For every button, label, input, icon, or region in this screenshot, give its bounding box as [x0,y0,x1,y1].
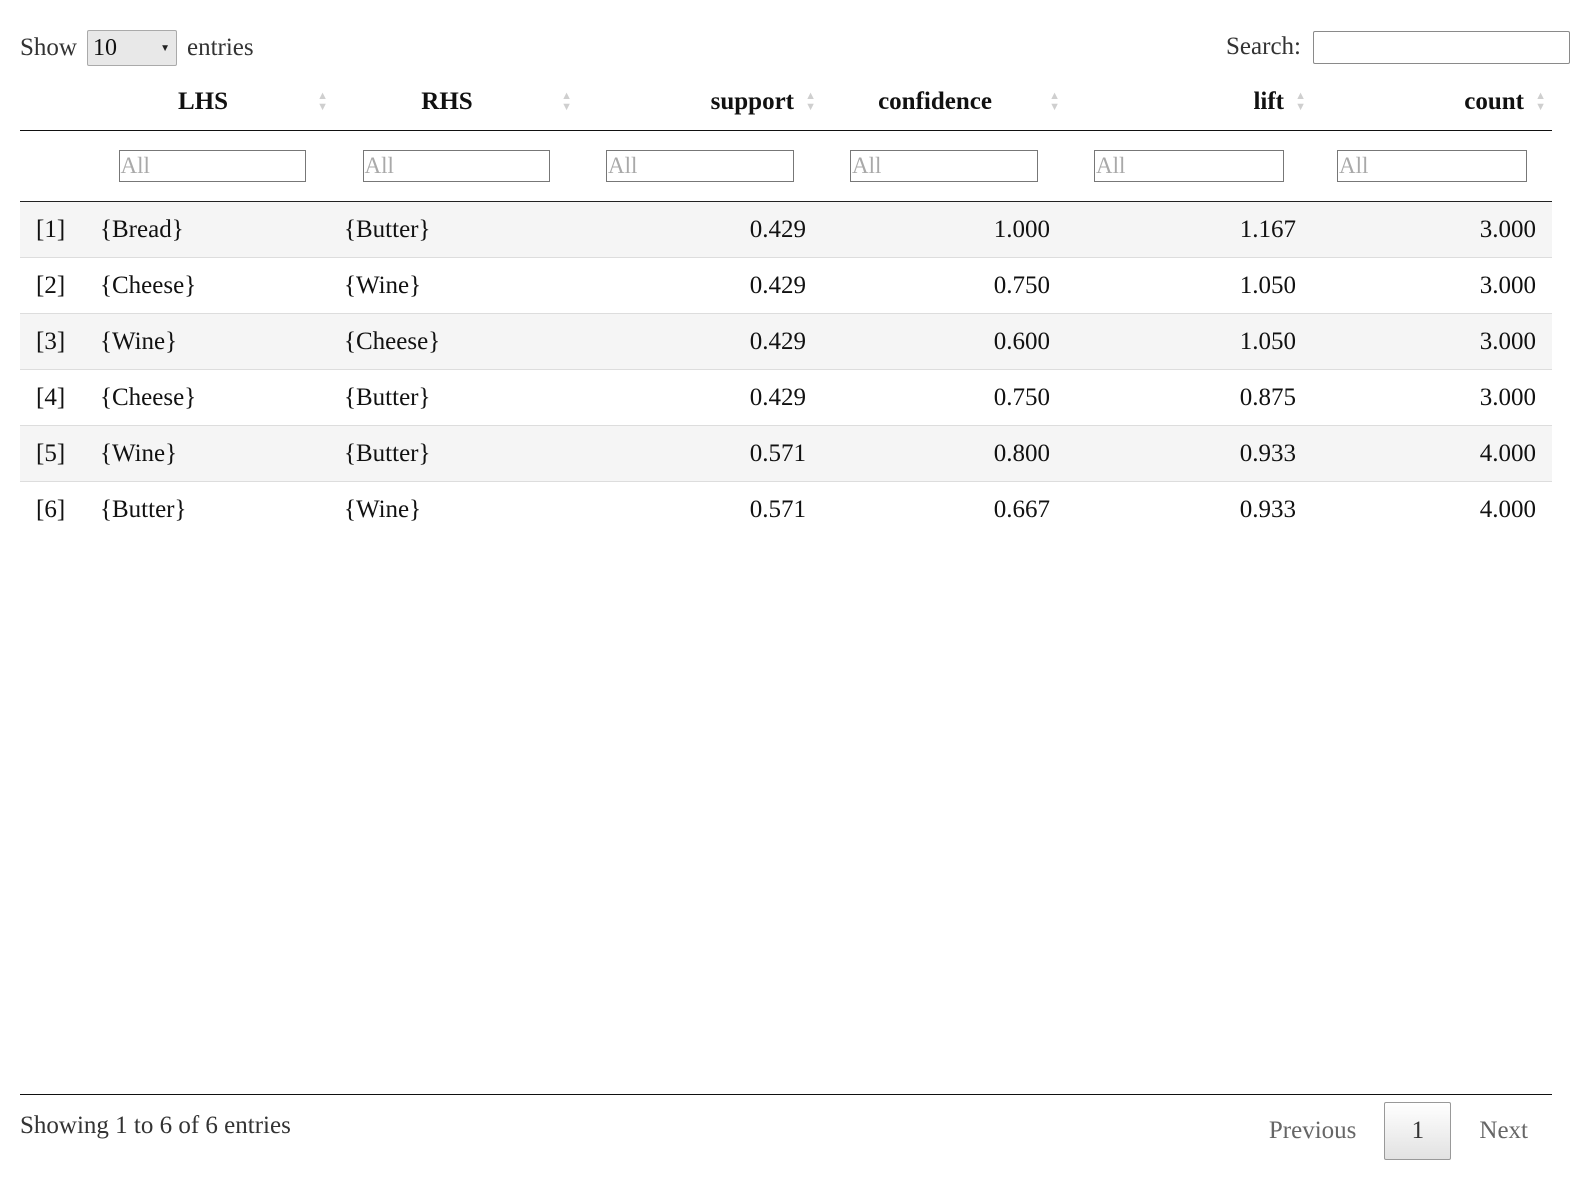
caret-down-icon: ▼ [160,42,170,54]
column-header-lhs[interactable]: LHS ▲ ▼ [90,74,334,131]
lift-cell: 1.050 [1066,313,1312,370]
rhs-cell: {Wine} [334,481,578,537]
lift-cell: 0.933 [1066,425,1312,482]
support-cell: 0.429 [578,313,822,370]
confidence-cell: 0.750 [822,257,1066,314]
column-header-label: count [1464,88,1524,115]
length-prefix-label: Show [20,34,77,61]
column-header-label: confidence [878,88,992,115]
column-header-index [20,74,90,131]
filter-cell-count: All [1312,130,1552,202]
column-header-label: LHS [177,88,229,115]
header-row: LHS ▲ ▼ RHS ▲ ▼ support ▲ ▼ confidence ▲ ▼ l… [20,74,1552,131]
row-index-cell: [1] [20,201,90,258]
next-page-button[interactable]: Next [1455,1102,1552,1160]
rhs-cell: {Butter} [334,369,578,426]
sort-both-icon: ▲ ▼ [1049,90,1060,113]
support-cell: 0.429 [578,201,822,258]
table-row[interactable]: [2] {Cheese} {Wine} 0.429 0.750 1.050 3.… [20,257,1552,314]
sort-both-icon: ▲ ▼ [561,90,572,113]
count-cell: 3.000 [1312,257,1552,314]
lhs-cell: {Bread} [90,201,334,258]
count-cell: 3.000 [1312,369,1552,426]
table-bottom-divider [20,1094,1552,1095]
column-header-count[interactable]: count ▲ ▼ [1312,74,1552,131]
row-index-cell: [5] [20,425,90,482]
sort-both-icon: ▲ ▼ [1535,90,1546,113]
datatable-wrapper: Show 10 ▼ entries Search: LHS ▲ ▼ RHS ▲ … [20,0,1572,1188]
lift-cell: 1.167 [1066,201,1312,258]
confidence-cell: 1.000 [822,201,1066,258]
row-index-cell: [3] [20,313,90,370]
rhs-filter-input[interactable]: All [362,150,550,182]
search-label: Search: [1226,33,1301,60]
column-header-confidence[interactable]: confidence ▲ ▼ [822,74,1066,131]
lhs-cell: {Wine} [90,313,334,370]
confidence-cell: 0.750 [822,369,1066,426]
lift-cell: 1.050 [1066,257,1312,314]
support-cell: 0.571 [578,425,822,482]
column-header-label: lift [1253,88,1284,115]
rhs-cell: {Butter} [334,201,578,258]
lift-cell: 0.875 [1066,369,1312,426]
lift-cell: 0.933 [1066,481,1312,537]
row-index-cell: [2] [20,257,90,314]
confidence-cell: 0.667 [822,481,1066,537]
column-header-label: support [710,88,794,115]
lhs-cell: {Wine} [90,425,334,482]
length-suffix-label: entries [186,34,254,61]
count-cell: 4.000 [1312,481,1552,537]
column-header-label: RHS [421,88,473,115]
row-index-cell: [6] [20,481,90,537]
rhs-cell: {Butter} [334,425,578,482]
lhs-filter-input[interactable]: All [118,150,306,182]
rules-table: LHS ▲ ▼ RHS ▲ ▼ support ▲ ▼ confidence ▲ ▼ l… [20,74,1552,537]
filter-cell-confidence: All [822,130,1066,202]
sort-both-icon: ▲ ▼ [805,90,816,113]
sort-both-icon: ▲ ▼ [317,90,328,113]
rhs-cell: {Wine} [334,257,578,314]
table-row[interactable]: [3] {Wine} {Cheese} 0.429 0.600 1.050 3.… [20,313,1552,370]
support-cell: 0.571 [578,481,822,537]
row-index-cell: [4] [20,369,90,426]
confidence-cell: 0.600 [822,313,1066,370]
table-row[interactable]: [6] {Butter} {Wine} 0.571 0.667 0.933 4.… [20,481,1552,537]
previous-page-button[interactable]: Previous [1245,1102,1381,1160]
entries-per-page-value: 10 [92,34,117,61]
rhs-cell: {Cheese} [334,313,578,370]
sort-both-icon: ▲ ▼ [1295,90,1306,113]
entries-per-page-select[interactable]: 10 ▼ [86,30,177,66]
count-cell: 3.000 [1312,201,1552,258]
length-menu: Show 10 ▼ entries [20,30,254,66]
table-info: Showing 1 to 6 of 6 entries [20,1112,291,1139]
count-cell: 4.000 [1312,425,1552,482]
lift-filter-input[interactable]: All [1094,150,1284,182]
filter-cell-lift: All [1066,130,1312,202]
page-1-button[interactable]: 1 [1384,1102,1452,1160]
count-filter-input[interactable]: All [1337,150,1527,182]
lhs-cell: {Butter} [90,481,334,537]
search-box: Search: [1226,30,1570,64]
filter-cell-support: All [578,130,822,202]
lhs-cell: {Cheese} [90,369,334,426]
filter-cell-rhs: All [334,130,578,202]
count-cell: 3.000 [1312,313,1552,370]
lhs-cell: {Cheese} [90,257,334,314]
column-header-support[interactable]: support ▲ ▼ [578,74,822,131]
filter-cell-index [20,130,90,202]
search-input[interactable] [1313,30,1570,64]
table-row[interactable]: [4] {Cheese} {Butter} 0.429 0.750 0.875 … [20,369,1552,426]
pagination: Previous 1 Next [1245,1102,1552,1160]
confidence-filter-input[interactable]: All [850,150,1038,182]
support-filter-input[interactable]: All [606,150,794,182]
filter-row: All All All All All All [20,130,1552,202]
support-cell: 0.429 [578,257,822,314]
filter-cell-lhs: All [90,130,334,202]
confidence-cell: 0.800 [822,425,1066,482]
column-header-lift[interactable]: lift ▲ ▼ [1066,74,1312,131]
column-header-rhs[interactable]: RHS ▲ ▼ [334,74,578,131]
support-cell: 0.429 [578,369,822,426]
table-row[interactable]: [5] {Wine} {Butter} 0.571 0.800 0.933 4.… [20,425,1552,482]
table-row[interactable]: [1] {Bread} {Butter} 0.429 1.000 1.167 3… [20,201,1552,258]
